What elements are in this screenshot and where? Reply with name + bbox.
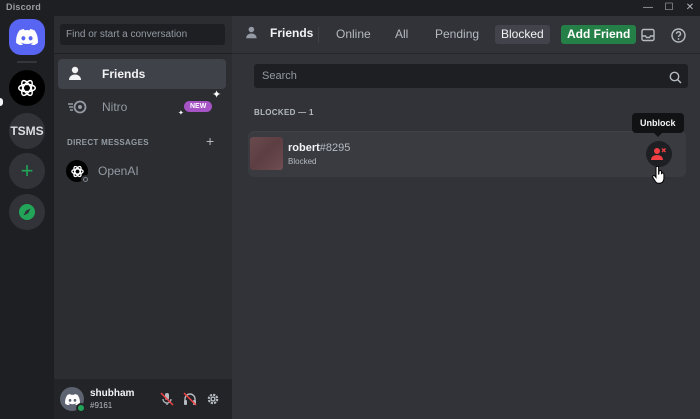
- sidebar-item-label: Nitro: [102, 100, 128, 114]
- user-panel: shubham #9161: [54, 379, 232, 419]
- sidebar-item-nitro[interactable]: Nitro NEW ✦ ✦: [58, 89, 226, 122]
- nitro-icon: [68, 97, 88, 117]
- sidebar-search-area: Find or start a conversation: [54, 16, 232, 54]
- user-settings-button[interactable]: [204, 390, 222, 408]
- conversation-search-input[interactable]: Find or start a conversation: [60, 24, 225, 45]
- mute-button[interactable]: [158, 390, 176, 408]
- sidebar-item-label: Friends: [102, 67, 146, 81]
- gear-icon: [207, 393, 219, 405]
- maximize-button[interactable]: ☐: [661, 1, 677, 14]
- discord-logo-icon: [16, 29, 38, 45]
- online-status-icon: [76, 403, 86, 413]
- offline-status-icon: [81, 175, 90, 184]
- inbox-icon: [641, 28, 655, 42]
- dm-item-name: OpenAI: [98, 164, 139, 178]
- sparkle-icon: ✦: [212, 89, 222, 101]
- home-button[interactable]: [9, 19, 45, 55]
- blocked-user-name: robert#8295: [288, 142, 350, 154]
- discriminator: #8295: [319, 142, 351, 154]
- blocked-status-text: Blocked: [288, 157, 317, 166]
- friends-main: Friends Online All Pending Blocked Add F…: [232, 16, 700, 419]
- muted-mic-icon: [160, 392, 174, 406]
- dm-item-openai[interactable]: OpenAI: [58, 156, 226, 186]
- username: robert: [288, 142, 320, 154]
- unblock-button[interactable]: [646, 141, 672, 167]
- explore-servers-button[interactable]: [9, 194, 45, 230]
- server-indicator: [0, 98, 3, 106]
- compass-icon: [19, 204, 35, 220]
- tab-online[interactable]: Online: [330, 25, 377, 44]
- tab-blocked[interactable]: Blocked: [495, 25, 550, 44]
- dm-sidebar: Find or start a conversation Friends Nit…: [54, 16, 232, 419]
- add-server-button[interactable]: +: [9, 153, 45, 189]
- title-bar: Discord — ☐ ✕: [0, 0, 700, 16]
- avatar: [250, 137, 283, 170]
- friends-topbar: Friends Online All Pending Blocked Add F…: [232, 16, 700, 54]
- friends-icon: [68, 64, 88, 84]
- app-title: Discord: [6, 2, 41, 12]
- avatar: [66, 160, 90, 184]
- deafened-headphones-icon: [183, 392, 197, 406]
- new-badge: NEW: [184, 101, 213, 112]
- friends-title: Friends: [246, 26, 313, 40]
- username: shubham: [90, 388, 135, 399]
- blocked-search-input[interactable]: Search: [254, 64, 688, 88]
- unblock-user-icon: [651, 148, 666, 160]
- add-friend-button[interactable]: Add Friend: [561, 25, 637, 44]
- direct-messages-header: DIRECT MESSAGES: [67, 138, 149, 147]
- help-button[interactable]: [669, 26, 687, 44]
- avatar[interactable]: [60, 387, 86, 413]
- search-placeholder: Search: [262, 70, 297, 82]
- tab-pending[interactable]: Pending: [429, 25, 485, 44]
- sidebar-item-friends[interactable]: Friends: [58, 59, 226, 89]
- rail-separator: [17, 61, 37, 63]
- topbar-divider: [318, 27, 319, 43]
- server-rail: TSMS +: [0, 16, 54, 419]
- blocked-count-header: BLOCKED — 1: [254, 108, 314, 117]
- user-tag: #9161: [90, 401, 113, 410]
- help-icon: [670, 27, 686, 43]
- hand-cursor-icon: [652, 165, 666, 189]
- friends-icon: [246, 26, 262, 40]
- plus-icon: +: [20, 158, 34, 183]
- deafen-button[interactable]: [181, 390, 199, 408]
- search-icon: [669, 69, 682, 93]
- server-openai[interactable]: [9, 70, 45, 106]
- server-tsms[interactable]: TSMS: [9, 113, 45, 149]
- page-title: Friends: [270, 26, 314, 40]
- close-button[interactable]: ✕: [682, 1, 698, 14]
- openai-logo-icon: [18, 79, 36, 97]
- inbox-button[interactable]: [639, 26, 657, 44]
- tab-all[interactable]: All: [389, 25, 414, 44]
- create-dm-button[interactable]: +: [206, 133, 214, 149]
- unblock-tooltip: Unblock: [632, 113, 684, 137]
- blocked-user-row[interactable]: robert#8295 Blocked: [248, 131, 686, 177]
- minimize-button[interactable]: —: [640, 1, 656, 14]
- sparkle-icon: ✦: [178, 110, 184, 117]
